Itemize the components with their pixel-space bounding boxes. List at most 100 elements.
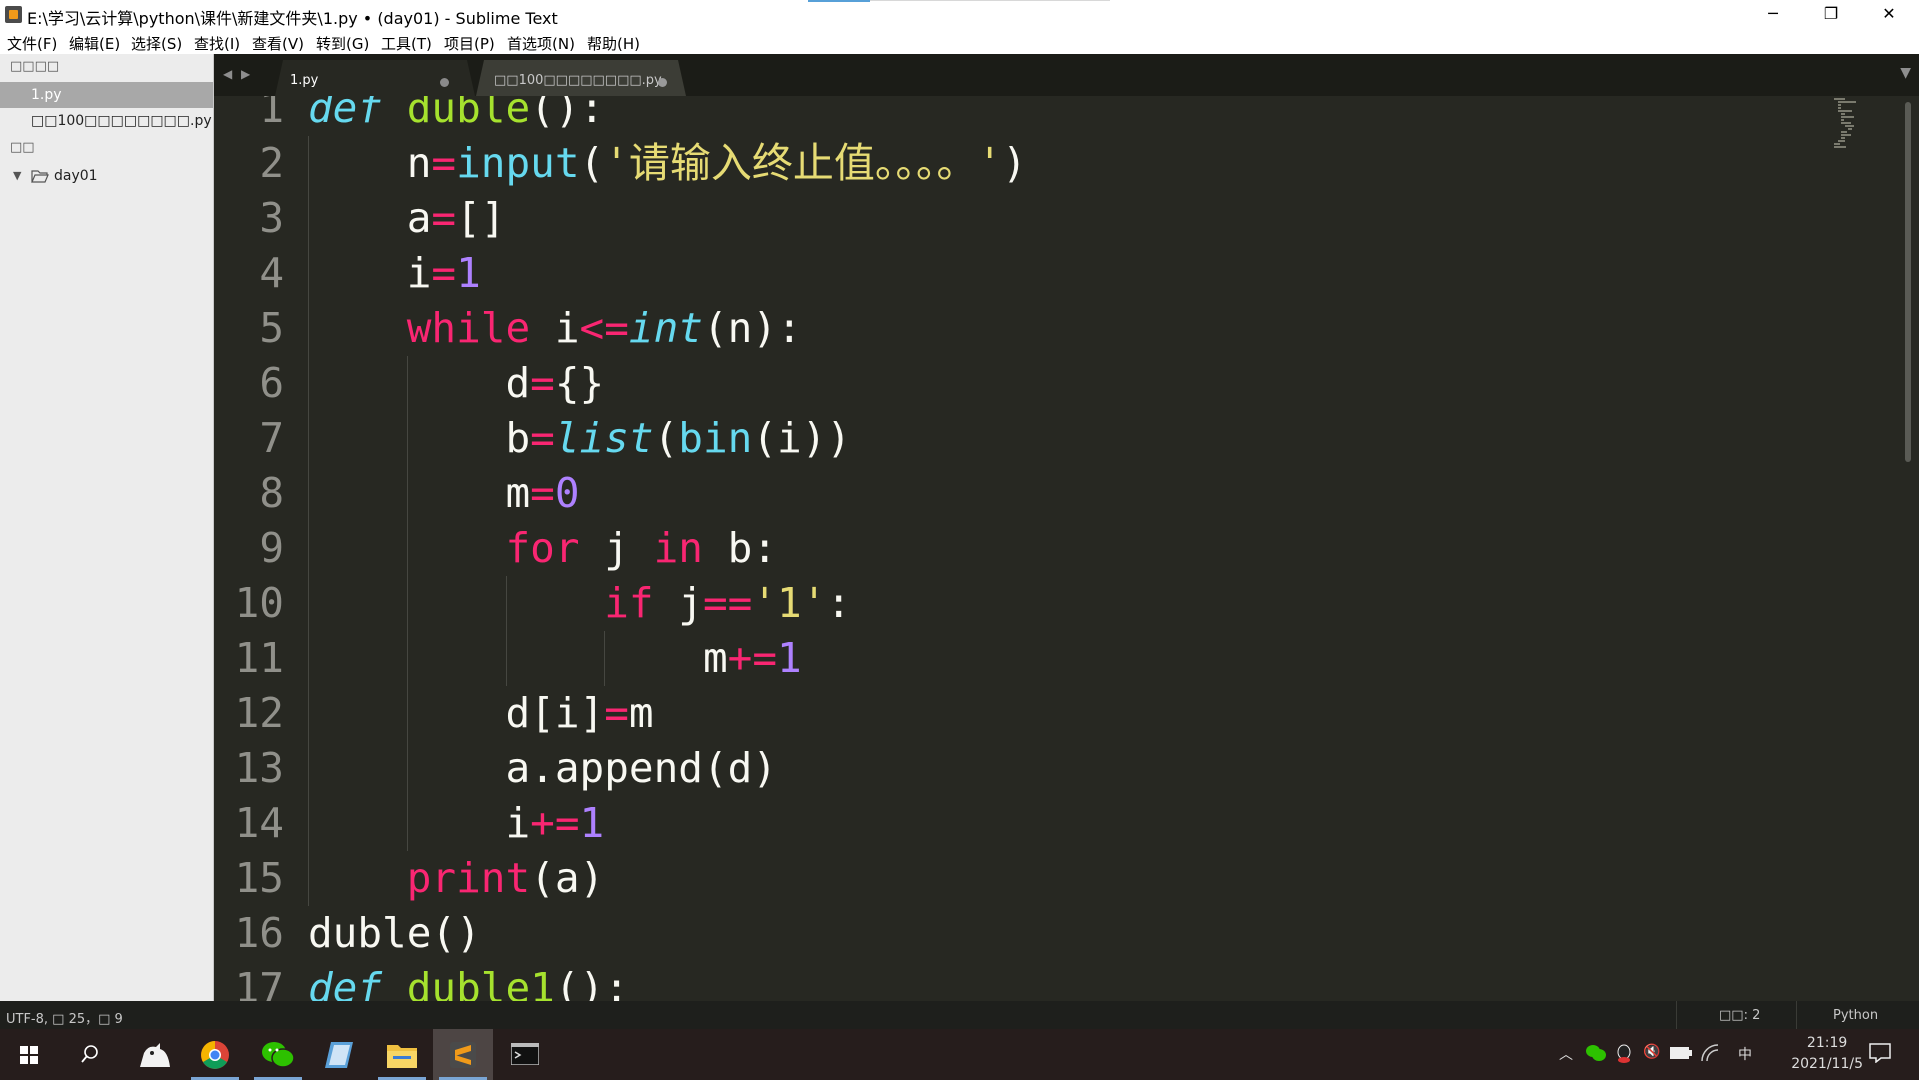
code-editor[interactable]: 1 2 3 4 5 6 7 8 9 10 11 12 13 14 15 16 17 def duble(): n… <box>214 96 1919 1001</box>
taskbar-app-bird[interactable] <box>125 1029 185 1080</box>
notifications-icon[interactable] <box>1869 1043 1891 1063</box>
code-token: def <box>308 96 383 132</box>
tray-wechat-icon[interactable] <box>1585 1044 1607 1062</box>
search-button[interactable] <box>60 1029 120 1080</box>
tab-bar: ◀ ▶ 1.py □□100□□□□□□□□.py ▼ <box>214 54 1919 96</box>
menu-project[interactable]: 项目(P) <box>444 33 495 54</box>
taskbar-notes[interactable] <box>309 1029 369 1080</box>
code-line[interactable]: m=0 <box>308 466 580 521</box>
code-token: i <box>308 799 531 847</box>
status-indentation[interactable]: □□: 2 <box>1719 1008 1760 1023</box>
tray-volume-muted-icon[interactable]: 🔇 <box>1643 1044 1660 1060</box>
code-token: print <box>406 854 531 902</box>
tray-qq-icon[interactable] <box>1616 1044 1632 1064</box>
minimap-line <box>1841 131 1847 133</box>
tray-chevron-up-icon[interactable]: ︿ <box>1559 1044 1573 1064</box>
tab-list-dropdown-icon[interactable]: ▼ <box>1900 65 1911 81</box>
code-token: ) <box>1002 139 1027 187</box>
status-syntax[interactable]: Python <box>1833 1008 1878 1023</box>
vertical-scrollbar[interactable] <box>1905 102 1911 462</box>
code-line[interactable]: a=[] <box>308 191 506 246</box>
code-line[interactable]: def duble(): <box>308 96 604 136</box>
code-line[interactable]: d={} <box>308 356 604 411</box>
minimap-line <box>1841 116 1854 118</box>
code-line[interactable]: d[i]=m <box>308 686 653 741</box>
code-token: b <box>308 414 531 462</box>
minimap-line <box>1841 137 1845 139</box>
code-token: '1' <box>752 579 827 627</box>
tray-ime-icon[interactable]: 中 <box>1738 1044 1752 1064</box>
code-token: (i)) <box>752 414 852 462</box>
line-number: 14 <box>234 799 284 847</box>
code-token: duble1 <box>406 964 555 1001</box>
menu-view[interactable]: 查看(V) <box>252 33 304 54</box>
menu-help[interactable]: 帮助(H) <box>587 33 640 54</box>
tray-battery-icon[interactable] <box>1670 1047 1692 1059</box>
code-line[interactable]: def duble1(): <box>308 961 629 1001</box>
taskbar-terminal[interactable] <box>495 1029 555 1080</box>
code-token: def <box>308 964 383 1001</box>
code-line[interactable]: i=1 <box>308 246 481 301</box>
code-line[interactable]: for j in b: <box>308 521 777 576</box>
disclosure-triangle-icon[interactable]: ▼ <box>13 169 21 182</box>
code-token: duble() <box>308 909 481 957</box>
menu-edit[interactable]: 编辑(E) <box>69 33 120 54</box>
menu-preferences[interactable]: 首选项(N) <box>507 33 575 54</box>
menu-tools[interactable]: 工具(T) <box>381 33 432 54</box>
code-token: == <box>702 579 753 627</box>
system-clock[interactable]: 21:19 2021/11/5 <box>1791 1033 1863 1075</box>
code-token: a <box>308 194 432 242</box>
line-number: 12 <box>234 689 284 737</box>
tray-wifi-icon[interactable] <box>1700 1044 1722 1062</box>
menu-selection[interactable]: 选择(S) <box>131 33 182 54</box>
code-line[interactable]: n=input('请输入终止值。。。。') <box>308 136 1027 191</box>
sidebar-folder-day01[interactable]: ▼ day01 <box>0 165 213 189</box>
code-token: = <box>530 359 555 407</box>
code-area[interactable]: def duble(): n=input('请输入终止值。。。。') a=[] … <box>308 96 1808 1001</box>
code-line[interactable]: i+=1 <box>308 796 604 851</box>
code-token: 0 <box>554 469 580 517</box>
code-token: += <box>727 634 778 682</box>
taskbar-file-explorer[interactable] <box>372 1029 432 1080</box>
taskbar-wechat[interactable] <box>248 1029 308 1080</box>
code-line[interactable]: b=list(bin(i)) <box>308 411 851 466</box>
status-separator <box>1796 1001 1797 1029</box>
title-bar: E:\学习\云计算\python\课件\新建文件夹\1.py • (day01)… <box>0 0 1919 30</box>
code-token: input <box>456 139 580 187</box>
code-token: d[i] <box>308 689 605 737</box>
code-line[interactable]: print(a) <box>308 851 604 906</box>
menu-find[interactable]: 查找(I) <box>194 33 240 54</box>
start-button[interactable] <box>0 1029 60 1080</box>
minimap[interactable] <box>1834 96 1894 156</box>
code-token: while <box>406 304 531 352</box>
taskbar-sublime-text[interactable] <box>433 1029 493 1080</box>
code-line[interactable]: if j=='1': <box>308 576 851 631</box>
taskbar-chrome[interactable] <box>185 1029 245 1080</box>
sidebar-open-file[interactable]: □□100□□□□□□□□.py <box>0 108 213 134</box>
close-button[interactable]: ✕ <box>1860 0 1918 30</box>
code-token: duble <box>406 96 531 132</box>
folder-label: day01 <box>54 168 98 184</box>
sidebar-open-file[interactable]: 1.py <box>0 82 213 108</box>
line-number: 3 <box>259 194 284 242</box>
tab-second-file[interactable]: □□100□□□□□□□□.py <box>476 60 686 96</box>
code-token: i <box>530 304 580 352</box>
code-token: (a) <box>530 854 605 902</box>
tab-1py[interactable]: 1.py <box>275 60 475 96</box>
code-line[interactable]: a.append(d) <box>308 741 777 796</box>
tab-next-arrow-icon[interactable]: ▶ <box>241 67 250 81</box>
code-line[interactable]: m+=1 <box>308 631 802 686</box>
code-token: a.append(d) <box>308 744 777 792</box>
unsaved-dot-icon[interactable] <box>658 78 667 87</box>
code-token: += <box>530 799 580 847</box>
tab-prev-arrow-icon[interactable]: ◀ <box>223 67 232 81</box>
code-line[interactable]: duble() <box>308 906 481 961</box>
unsaved-dot-icon[interactable] <box>440 78 449 87</box>
maximize-button[interactable]: ❐ <box>1802 0 1860 30</box>
menu-goto[interactable]: 转到(G) <box>316 33 369 54</box>
code-line[interactable]: while i<=int(n): <box>308 301 802 356</box>
minimize-button[interactable]: ─ <box>1744 0 1802 30</box>
menu-file[interactable]: 文件(F) <box>7 33 57 54</box>
code-token: in <box>653 524 703 572</box>
